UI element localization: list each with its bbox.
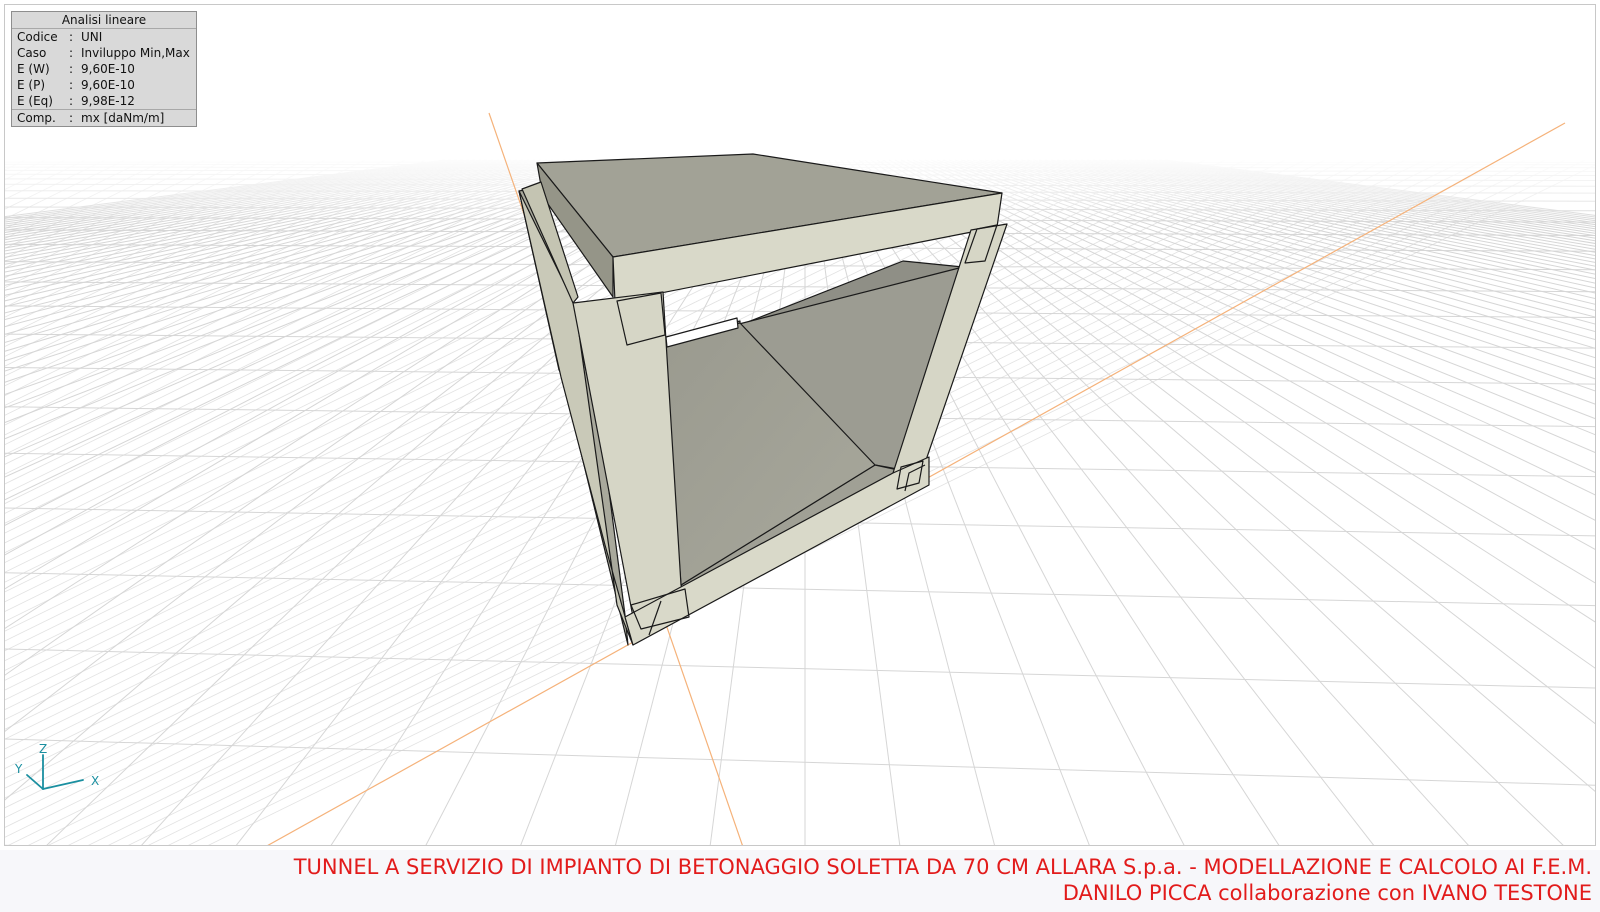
info-row-ep: E (P):9,60E-10 (17, 78, 135, 92)
z-axis-label: Z (39, 743, 47, 756)
info-row-caso: Caso: Inviluppo Min,Max (17, 46, 190, 60)
info-key: Comp. (17, 111, 56, 125)
info-row-comp: Comp.: mx [daNm/m] (12, 109, 196, 126)
axis-triad-icon: Z Y X (14, 743, 99, 790)
info-key: E (Eq) (17, 94, 53, 108)
info-row-codice: Codice: UNI (17, 30, 103, 44)
y-axis-label: Y (14, 762, 23, 776)
x-axis-label: X (91, 774, 99, 788)
info-value: Inviluppo Min,Max (81, 46, 190, 60)
fem-3d-scene[interactable] (5, 5, 1596, 846)
y-axis-line (26, 774, 44, 790)
info-key: Codice (17, 30, 58, 44)
tunnel-model[interactable] (518, 153, 1008, 646)
info-value: 9,60E-10 (81, 62, 135, 76)
footer-credits: DANILO PICCA collaborazione con IVANO TE… (1062, 881, 1592, 905)
footer-title: TUNNEL A SERVIZIO DI IMPIANTO DI BETONAG… (293, 855, 1592, 879)
info-panel-title: Analisi lineare (12, 12, 196, 29)
info-value: 9,60E-10 (81, 78, 135, 92)
info-row-eeq: E (Eq):9,98E-12 (17, 94, 135, 108)
footer-caption: TUNNEL A SERVIZIO DI IMPIANTO DI BETONAG… (0, 850, 1600, 912)
info-value: mx [daNm/m] (81, 111, 165, 125)
info-value: UNI (81, 30, 103, 44)
info-key: Caso (17, 46, 47, 60)
info-key: E (W) (17, 62, 50, 76)
info-row-ew: E (W):9,60E-10 (17, 62, 135, 76)
info-value: 9,98E-12 (81, 94, 135, 108)
info-key: E (P) (17, 78, 45, 92)
model-viewport[interactable]: Analisi lineare Codice: UNI Caso: Invilupp… (4, 4, 1596, 846)
analysis-info-panel: Analisi lineare Codice: UNI Caso: Invilupp… (11, 11, 197, 127)
x-axis-line (42, 779, 84, 790)
